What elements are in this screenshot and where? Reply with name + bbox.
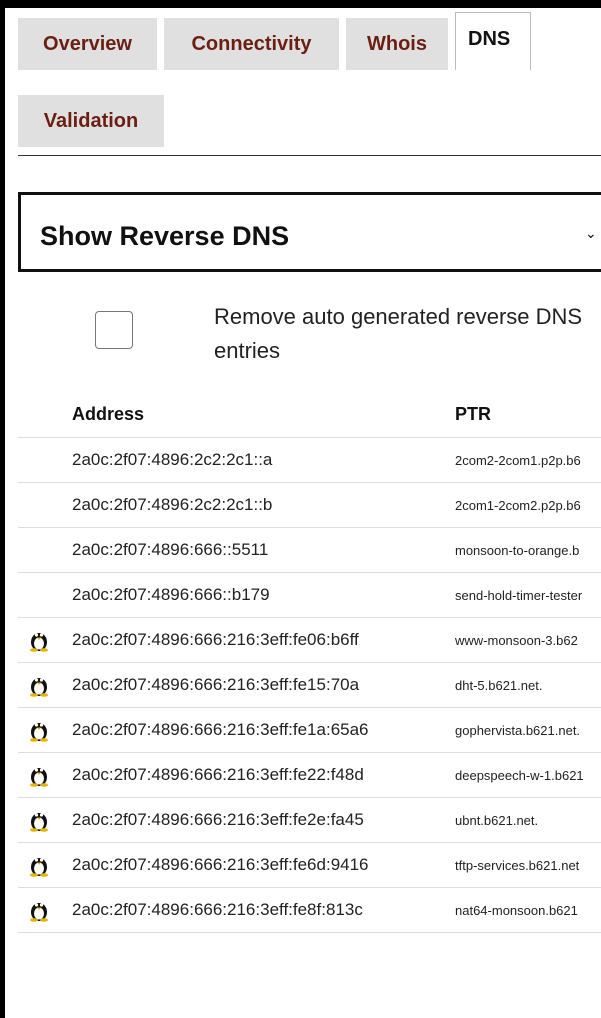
address-cell: 2a0c:2f07:4896:666:216:3eff:fe22:f48d <box>72 765 364 784</box>
ptr-cell: gophervista.b621.net. <box>455 723 581 738</box>
linux-tux-icon <box>30 768 48 787</box>
linux-tux-icon <box>30 903 48 922</box>
ptr-cell: ubnt.b621.net. <box>455 813 539 828</box>
ptr-cell: deepspeech-w-1.b621 <box>455 768 584 783</box>
ptr-cell: 2com2-2com1.p2p.b6 <box>455 453 581 468</box>
address-cell: 2a0c:2f07:4896:666::5511 <box>72 540 269 559</box>
address-cell: 2a0c:2f07:4896:666:216:3eff:fe8f:813c <box>72 900 363 919</box>
table-row: 2a0c:2f07:4896:666::b179 send-hold-timer… <box>18 572 601 618</box>
remove-auto-generated-label[interactable]: Remove auto generated reverse DNS entrie… <box>214 300 594 368</box>
linux-tux-icon <box>30 633 48 652</box>
tab-connectivity[interactable]: Connectivity <box>164 18 339 70</box>
ptr-column-header: PTR <box>455 404 491 424</box>
remove-auto-generated-checkbox[interactable] <box>95 311 133 349</box>
address-cell: 2a0c:2f07:4896:666:216:3eff:fe1a:65a6 <box>72 720 369 739</box>
dns-view-select[interactable]: Show Reverse DNS ⌄ <box>18 192 601 272</box>
ptr-cell: www-monsoon-3.b62 <box>455 633 578 648</box>
table-row: 2a0c:2f07:4896:666:216:3eff:fe1a:65a6 go… <box>18 707 601 753</box>
table-row: 2a0c:2f07:4896:666:216:3eff:fe15:70a dht… <box>18 662 601 708</box>
address-cell: 2a0c:2f07:4896:666::b179 <box>72 585 270 604</box>
left-edge <box>0 0 5 1018</box>
table-row: 2a0c:2f07:4896:2c2:2c1::b 2com1-2com2.p2… <box>18 482 601 528</box>
table-row: 2a0c:2f07:4896:666::5511 monsoon-to-oran… <box>18 527 601 573</box>
tab-label: Whois <box>367 32 427 55</box>
linux-tux-icon <box>30 723 48 742</box>
address-cell: 2a0c:2f07:4896:2c2:2c1::a <box>72 450 273 469</box>
dns-view-selected-value: Show Reverse DNS <box>40 221 290 251</box>
address-cell: 2a0c:2f07:4896:666:216:3eff:fe6d:9416 <box>72 855 369 874</box>
ptr-cell: tftp-services.b621.net <box>455 858 580 873</box>
tab-label: Connectivity <box>191 32 312 55</box>
tab-dns[interactable]: DNS <box>455 12 531 70</box>
linux-tux-icon <box>30 678 48 697</box>
tab-label: DNS <box>468 28 511 50</box>
tab-validation[interactable]: Validation <box>18 95 164 147</box>
table-row: 2a0c:2f07:4896:666:216:3eff:fe2e:fa45 ub… <box>18 797 601 843</box>
tab-label: Overview <box>43 32 132 55</box>
address-cell: 2a0c:2f07:4896:2c2:2c1::b <box>72 495 273 514</box>
address-cell: 2a0c:2f07:4896:666:216:3eff:fe06:b6ff <box>72 630 359 649</box>
table-row: 2a0c:2f07:4896:666:216:3eff:fe8f:813c na… <box>18 887 601 933</box>
ptr-cell: dht-5.b621.net. <box>455 678 543 693</box>
ptr-cell: 2com1-2com2.p2p.b6 <box>455 498 581 513</box>
tab-label: Validation <box>43 109 139 132</box>
tab-whois[interactable]: Whois <box>346 18 448 70</box>
tab-divider <box>18 155 601 156</box>
table-row: 2a0c:2f07:4896:666:216:3eff:fe6d:9416 tf… <box>18 842 601 888</box>
page: Overview Connectivity Whois DNS Validati… <box>0 0 601 1018</box>
address-cell: 2a0c:2f07:4896:666:216:3eff:fe15:70a <box>72 675 360 694</box>
top-edge <box>0 0 601 8</box>
table-row: 2a0c:2f07:4896:666:216:3eff:fe06:b6ff ww… <box>18 617 601 663</box>
table-row: 2a0c:2f07:4896:666:216:3eff:fe22:f48d de… <box>18 752 601 798</box>
linux-tux-icon <box>30 858 48 877</box>
address-column-header: Address <box>72 404 145 424</box>
ptr-cell: nat64-monsoon.b621 <box>455 903 578 918</box>
linux-tux-icon <box>30 813 48 832</box>
tab-overview[interactable]: Overview <box>18 18 157 70</box>
ptr-cell: send-hold-timer-tester <box>455 588 583 603</box>
chevron-down-icon: ⌄ <box>585 225 597 241</box>
ptr-cell: monsoon-to-orange.b <box>455 543 580 558</box>
table-row <box>18 932 601 1018</box>
address-cell: 2a0c:2f07:4896:666:216:3eff:fe2e:fa45 <box>72 810 364 829</box>
table-row: 2a0c:2f07:4896:2c2:2c1::a 2com2-2com1.p2… <box>18 437 601 483</box>
